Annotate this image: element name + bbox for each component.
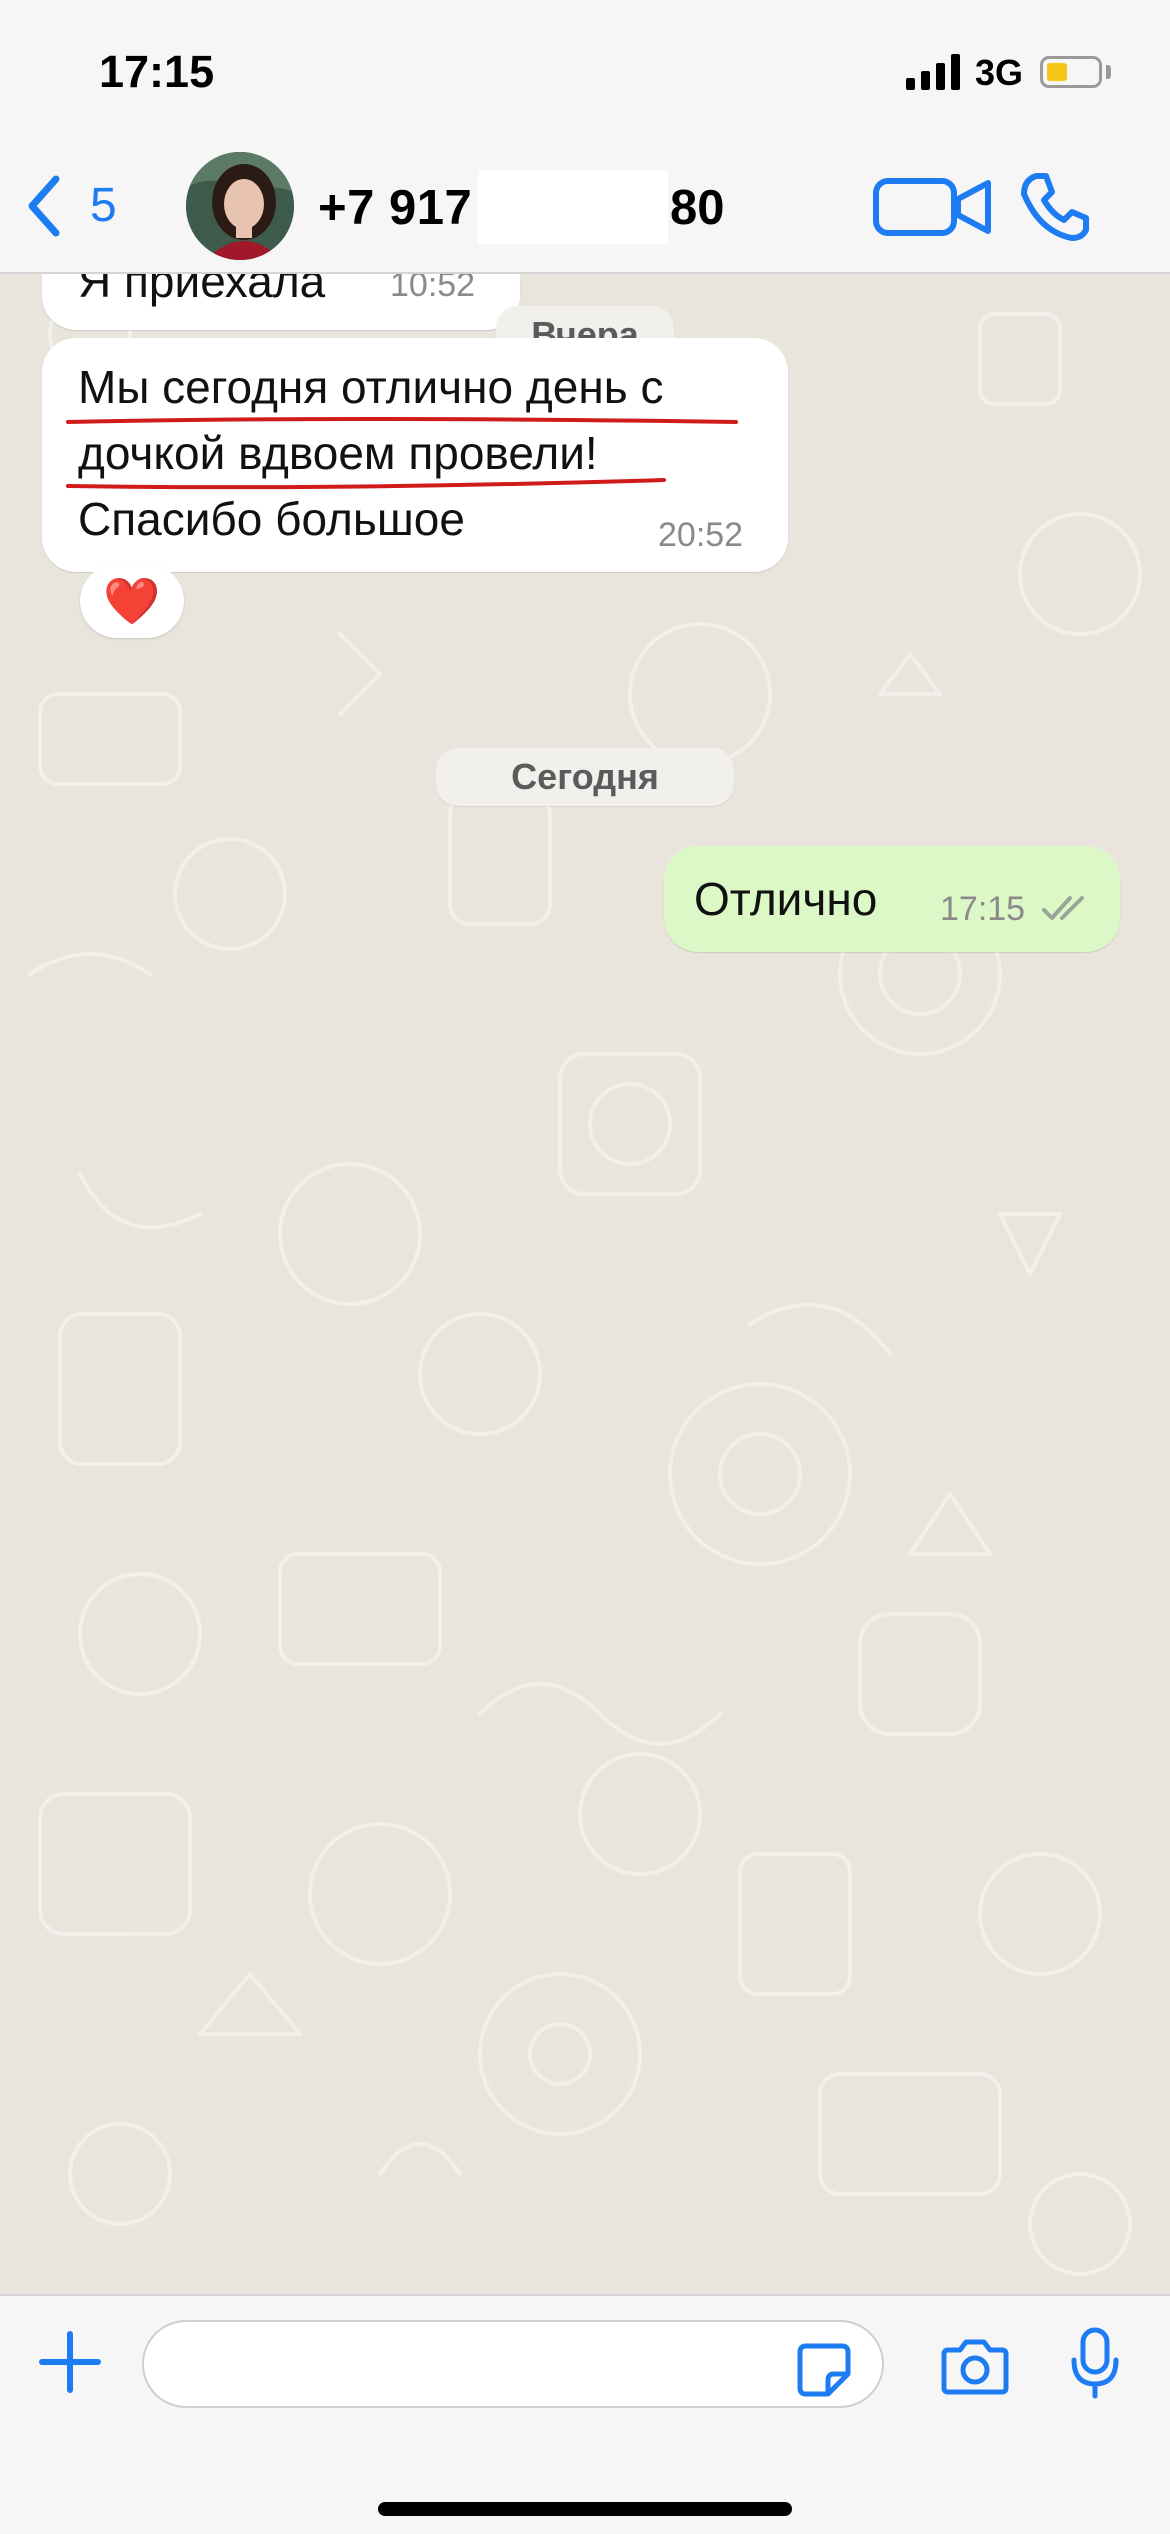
camera-icon[interactable]: [940, 2336, 1010, 2396]
red-underline-annotation: [66, 417, 738, 490]
message-bubble-incoming[interactable]: Я приехала 10:52: [42, 274, 520, 330]
chevron-left-icon[interactable]: [24, 175, 64, 237]
status-time: 17:15: [99, 46, 215, 97]
battery-cap: [1106, 65, 1111, 79]
message-bubble-incoming[interactable]: Мы сегодня отлично день с дочкой вдвоем …: [42, 338, 788, 572]
contact-name-suffix[interactable]: 80: [670, 180, 725, 236]
plus-icon[interactable]: [38, 2330, 102, 2394]
heart-reaction-icon[interactable]: ❤️: [80, 564, 184, 638]
avatar[interactable]: [186, 152, 294, 260]
input-bar: [0, 2294, 1170, 2534]
message-time: 10:52: [390, 274, 476, 304]
network-type: 3G: [975, 52, 1024, 93]
signal-icon: [906, 54, 960, 90]
message-input[interactable]: [142, 2320, 884, 2408]
chat-header: 17:15 3G 5 +7 917 80: [0, 0, 1170, 274]
home-indicator: [378, 2502, 792, 2516]
message-time: 17:15: [940, 890, 1026, 928]
message-text: Я приехала: [78, 274, 326, 307]
sticker-icon[interactable]: [796, 2342, 852, 2398]
contact-name[interactable]: +7 917: [318, 180, 472, 236]
battery-icon: [1040, 56, 1102, 88]
date-chip: Сегодня: [436, 748, 734, 806]
microphone-icon[interactable]: [1070, 2326, 1120, 2400]
double-check-icon: [1042, 896, 1084, 920]
message-text: Отлично: [694, 873, 878, 925]
redaction-box: [478, 170, 668, 244]
chat-area[interactable]: Я приехала 10:52 Вчера Мы сегодня отличн…: [0, 274, 1170, 2294]
message-bubble-outgoing[interactable]: Отлично 17:15: [664, 846, 1120, 952]
phone-icon[interactable]: [1020, 170, 1090, 242]
unread-count[interactable]: 5: [90, 178, 117, 233]
video-call-icon[interactable]: [872, 175, 994, 237]
